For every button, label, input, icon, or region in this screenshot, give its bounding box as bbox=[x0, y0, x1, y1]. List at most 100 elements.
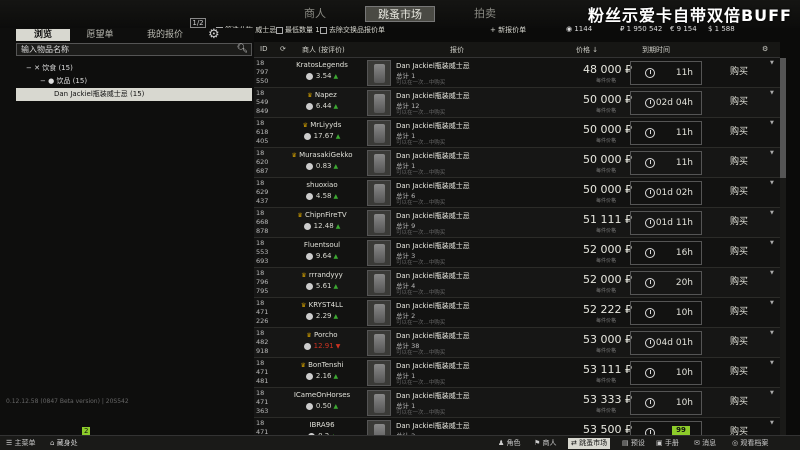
seller-cell[interactable]: ♛ BonTenshi 2.16 ▲ bbox=[280, 358, 364, 388]
scroll-thumb[interactable] bbox=[780, 58, 786, 178]
buy-button[interactable]: 购买 bbox=[704, 91, 774, 115]
header-id[interactable]: ID bbox=[260, 45, 267, 53]
search-icon[interactable]: 🔍︎ bbox=[237, 44, 248, 55]
checkbox-icon[interactable] bbox=[320, 26, 327, 34]
seller-name[interactable]: KratosLegends bbox=[280, 61, 364, 69]
seller-cell[interactable]: ICameOnHorses 0.50 ▲ bbox=[280, 388, 364, 418]
row-menu-icon[interactable]: ▼ bbox=[770, 90, 774, 96]
filter-min-quantity[interactable]: 最低数量 1 bbox=[276, 25, 320, 35]
seller-cell[interactable]: ♛ Porcho 12.91 ▼ bbox=[280, 328, 364, 358]
checkbox-icon[interactable] bbox=[276, 26, 283, 34]
seller-name[interactable]: Fluentsoul bbox=[280, 241, 364, 249]
whiskey-bottle-icon[interactable] bbox=[367, 390, 391, 416]
row-menu-icon[interactable]: ▼ bbox=[770, 390, 774, 396]
filter-remove-barter[interactable]: 去除交换品报价单 bbox=[320, 25, 385, 35]
buy-button[interactable]: 购买 bbox=[704, 301, 774, 325]
seller-name[interactable]: ♛ ChipnFireTV bbox=[280, 211, 364, 219]
seller-cell[interactable]: KratosLegends 3.54 ▲ bbox=[280, 58, 364, 88]
settings-icon[interactable]: ⚙ bbox=[762, 45, 768, 53]
crown-icon: ♛ bbox=[307, 92, 313, 99]
seller-name[interactable]: ♛ Napez bbox=[280, 91, 364, 99]
buy-button[interactable]: 购买 bbox=[704, 61, 774, 85]
seller-cell[interactable]: ♛ MurasakiGekko 0.83 ▲ bbox=[280, 148, 364, 178]
seller-name[interactable]: ICameOnHorses bbox=[280, 391, 364, 399]
row-menu-icon[interactable]: ▼ bbox=[770, 300, 774, 306]
seller-name[interactable]: ♛ rrrandyyy bbox=[280, 271, 364, 279]
flea-market-button[interactable]: ⇄ 跳蚤市场 bbox=[568, 438, 611, 449]
buy-button[interactable]: 购买 bbox=[704, 361, 774, 385]
row-menu-icon[interactable]: ▼ bbox=[770, 180, 774, 186]
row-menu-icon[interactable]: ▼ bbox=[770, 210, 774, 216]
buy-button[interactable]: 购买 bbox=[704, 121, 774, 145]
character-button[interactable]: ♟ 角色 bbox=[498, 438, 521, 449]
buy-button[interactable]: 购买 bbox=[704, 271, 774, 295]
whiskey-bottle-icon[interactable] bbox=[367, 120, 391, 146]
row-menu-icon[interactable]: ▼ bbox=[770, 420, 774, 426]
tree-item-whiskey[interactable]: Dan Jackiel瓶装威士忌 (15) bbox=[16, 88, 252, 101]
hideout-button[interactable]: ⌂ 藏身处 bbox=[50, 438, 78, 449]
tab-my-offers[interactable]: 我的报价 bbox=[140, 29, 190, 41]
tab-auction[interactable]: 拍卖 bbox=[460, 6, 510, 22]
row-menu-icon[interactable]: ▼ bbox=[770, 360, 774, 366]
whiskey-bottle-icon[interactable] bbox=[367, 360, 391, 386]
header-seller[interactable]: 商人 (按评价) bbox=[302, 45, 345, 55]
seller-cell[interactable]: shuoxiao 4.58 ▲ bbox=[280, 178, 364, 208]
buy-button[interactable]: 购买 bbox=[704, 331, 774, 355]
row-menu-icon[interactable]: ▼ bbox=[770, 240, 774, 246]
handbook-button[interactable]: ▣ 手册 bbox=[656, 438, 679, 449]
refresh-icon[interactable]: ⟳ bbox=[280, 45, 286, 53]
header-expire[interactable]: 到期时间 bbox=[642, 45, 670, 55]
whiskey-bottle-icon[interactable] bbox=[367, 90, 391, 116]
whiskey-bottle-icon[interactable] bbox=[367, 180, 391, 206]
seller-name[interactable]: IBRA96 bbox=[280, 421, 364, 429]
buy-button[interactable]: 购买 bbox=[704, 241, 774, 265]
whiskey-bottle-icon[interactable] bbox=[367, 150, 391, 176]
seller-cell[interactable]: ♛ ChipnFireTV 12.48 ▲ bbox=[280, 208, 364, 238]
watch-profile-button[interactable]: ◎ 观看档案 bbox=[732, 438, 768, 449]
row-menu-icon[interactable]: ▼ bbox=[770, 60, 774, 66]
seller-name[interactable]: shuoxiao bbox=[280, 181, 364, 189]
traders-button[interactable]: ⚑ 商人 bbox=[534, 438, 557, 449]
seller-cell[interactable]: ♛ MrLiyyds 17.67 ▲ bbox=[280, 118, 364, 148]
whiskey-bottle-icon[interactable] bbox=[367, 240, 391, 266]
whiskey-bottle-icon[interactable] bbox=[367, 60, 391, 86]
builds-button[interactable]: ▤ 预设 bbox=[622, 438, 645, 449]
buy-button[interactable]: 购买 bbox=[704, 181, 774, 205]
seller-cell[interactable]: ♛ rrrandyyy 5.61 ▲ bbox=[280, 268, 364, 298]
tab-flea-market[interactable]: 跳蚤市场 bbox=[365, 6, 435, 22]
whiskey-bottle-icon[interactable] bbox=[367, 300, 391, 326]
messages-button[interactable]: ✉ 消息 bbox=[694, 438, 716, 449]
buy-button[interactable]: 购买 bbox=[704, 151, 774, 175]
search-input[interactable]: 输入物品名称 🔍︎ bbox=[16, 43, 252, 56]
whiskey-bottle-icon[interactable] bbox=[367, 210, 391, 236]
seller-name[interactable]: ♛ KRYST4LL bbox=[280, 301, 364, 309]
collapse-icon[interactable]: − bbox=[40, 77, 46, 85]
new-offer-button[interactable]: + 新报价单 bbox=[490, 25, 526, 35]
main-menu-button[interactable]: ☰ 主菜单 bbox=[6, 438, 36, 449]
seller-name[interactable]: ♛ Porcho bbox=[280, 331, 364, 339]
row-menu-icon[interactable]: ▼ bbox=[770, 330, 774, 336]
seller-cell[interactable]: Fluentsoul 9.64 ▲ bbox=[280, 238, 364, 268]
header-price[interactable]: 价格 ↓ bbox=[576, 45, 598, 55]
row-menu-icon[interactable]: ▼ bbox=[770, 120, 774, 126]
row-menu-icon[interactable]: ▼ bbox=[770, 270, 774, 276]
buy-button[interactable]: 购买 bbox=[704, 391, 774, 415]
collapse-icon[interactable]: − bbox=[26, 64, 32, 72]
scrollbar[interactable] bbox=[780, 58, 786, 435]
tab-wishlist[interactable]: 愿望单 bbox=[80, 29, 120, 41]
seller-cell[interactable]: ♛ KRYST4LL 2.29 ▲ bbox=[280, 298, 364, 328]
gear-icon[interactable]: ⚙ bbox=[208, 27, 220, 42]
category-tree: − ✕ 饮食 (15) − ● 饮品 (15) Dan Jackiel瓶装威士忌… bbox=[16, 62, 252, 101]
row-menu-icon[interactable]: ▼ bbox=[770, 150, 774, 156]
tab-traders[interactable]: 商人 bbox=[290, 6, 340, 22]
seller-cell[interactable]: ♛ Napez 6.44 ▲ bbox=[280, 88, 364, 118]
seller-name[interactable]: ♛ MrLiyyds bbox=[280, 121, 364, 129]
buy-button[interactable]: 购买 bbox=[704, 211, 774, 235]
whiskey-bottle-icon[interactable] bbox=[367, 270, 391, 296]
tree-item-drinks[interactable]: − ● 饮品 (15) bbox=[16, 75, 252, 88]
whiskey-bottle-icon[interactable] bbox=[367, 330, 391, 356]
tab-browse[interactable]: 浏览 bbox=[16, 29, 70, 41]
tree-item-provisions[interactable]: − ✕ 饮食 (15) bbox=[16, 62, 252, 75]
seller-name[interactable]: ♛ MurasakiGekko bbox=[280, 151, 364, 159]
seller-name[interactable]: ♛ BonTenshi bbox=[280, 361, 364, 369]
